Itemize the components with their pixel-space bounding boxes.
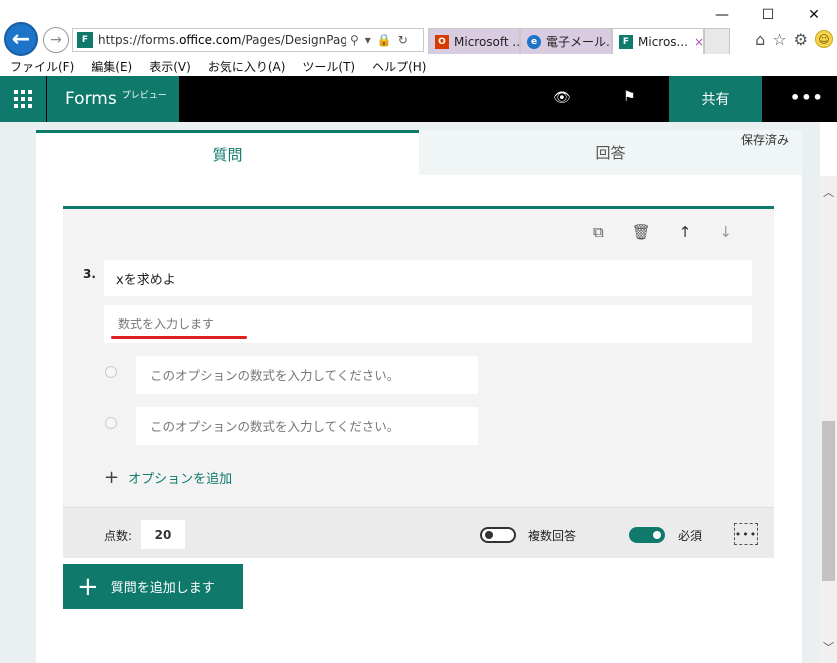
question-number: 3. bbox=[83, 267, 96, 281]
menu-view[interactable]: 表示(V) bbox=[149, 58, 191, 75]
home-icon[interactable]: ⌂ bbox=[755, 30, 765, 49]
browser-tab-mail[interactable]: e 電子メール... bbox=[520, 28, 612, 54]
url-path: /Pages/DesignPage.aspx bbox=[241, 33, 346, 47]
menu-edit[interactable]: 編集(E) bbox=[91, 58, 132, 75]
annotation-underline bbox=[111, 336, 247, 339]
scroll-down-chevron-icon[interactable]: ﹀ bbox=[823, 639, 834, 655]
forms-app-bar: Forms プレビュー 👁 ⚑ 共有 ••• bbox=[0, 76, 837, 122]
add-question-button[interactable]: + 質問を追加します bbox=[63, 564, 243, 609]
add-option-label: オプションを追加 bbox=[128, 472, 233, 487]
menu-favorites[interactable]: お気に入り(A) bbox=[208, 58, 286, 75]
question-editor: ⧉ 🗑 ↑ ↓ 3. + オプションを追加 点数: 複数回答 必須 ••• bbox=[63, 206, 774, 558]
add-option-button[interactable]: + オプションを追加 bbox=[104, 467, 232, 488]
question-toolbar: ⧉ 🗑 ↑ ↓ bbox=[593, 223, 732, 241]
form-tabs: 質問 回答 bbox=[36, 130, 802, 175]
url-domain: office.com bbox=[179, 33, 242, 47]
favorites-star-icon[interactable]: ☆ bbox=[772, 30, 786, 49]
question-footer: 点数: 複数回答 必須 ••• bbox=[63, 507, 774, 558]
refresh-icon[interactable]: ↻ bbox=[398, 33, 408, 47]
tab-label: Microsoft ... bbox=[454, 34, 520, 49]
menu-bar: ファイル(F) 編集(E) 表示(V) お気に入り(A) ツール(T) ヘルプ(… bbox=[0, 57, 837, 76]
plus-icon: + bbox=[104, 467, 120, 488]
search-icon[interactable]: ⚲ bbox=[350, 33, 359, 47]
vertical-scrollbar[interactable]: ︿ ﹀ bbox=[820, 176, 837, 663]
back-arrow-icon[interactable]: ← bbox=[4, 22, 38, 56]
browser-toolbar: ← → F https://forms.office.com/Pages/Des… bbox=[0, 20, 837, 60]
required-label: 必須 bbox=[678, 529, 703, 543]
option-formula-input-1[interactable] bbox=[136, 356, 478, 394]
question-more-options-icon[interactable]: ••• bbox=[734, 523, 758, 545]
new-tab-button[interactable] bbox=[704, 28, 730, 54]
forms-icon: F bbox=[619, 34, 633, 49]
tab-questions[interactable]: 質問 bbox=[36, 130, 419, 175]
url-text[interactable]: https://forms.office.com/Pages/DesignPag… bbox=[98, 33, 346, 47]
tab-close-icon[interactable]: × bbox=[694, 35, 703, 49]
preview-tag: プレビュー bbox=[121, 90, 167, 101]
forms-favicon-icon: F bbox=[77, 32, 93, 48]
address-bar[interactable]: F https://forms.office.com/Pages/DesignP… bbox=[72, 28, 424, 52]
app-launcher-button[interactable] bbox=[0, 76, 46, 122]
option-radio[interactable] bbox=[105, 366, 117, 378]
browser-tools: ⌂ ☆ ⚙ ☺ bbox=[755, 30, 833, 49]
move-up-arrow-icon[interactable]: ↑ bbox=[679, 223, 692, 241]
theme-icon[interactable]: ⚑ bbox=[623, 89, 636, 105]
scroll-up-chevron-icon[interactable]: ︿ bbox=[823, 184, 834, 200]
menu-tools[interactable]: ツール(T) bbox=[302, 58, 355, 75]
tab-label: Micros... bbox=[638, 34, 688, 49]
ie-icon: e bbox=[527, 34, 541, 49]
forward-arrow-icon[interactable]: → bbox=[43, 27, 69, 53]
copy-icon[interactable]: ⧉ bbox=[593, 223, 604, 241]
share-button[interactable]: 共有 bbox=[669, 76, 762, 122]
feedback-smiley-icon[interactable]: ☺ bbox=[815, 30, 833, 48]
dropdown-icon[interactable]: ▾ bbox=[365, 33, 371, 47]
menu-file[interactable]: ファイル(F) bbox=[10, 58, 74, 75]
settings-gear-icon[interactable]: ⚙ bbox=[794, 30, 808, 49]
preview-eye-icon[interactable]: 👁 bbox=[553, 90, 571, 106]
points-label: 点数: bbox=[104, 529, 133, 543]
browser-tab-office[interactable]: O Microsoft ... bbox=[428, 28, 520, 54]
multiple-answers-label: 複数回答 bbox=[528, 529, 577, 543]
browser-tabs: O Microsoft ... e 電子メール... F Micros... × bbox=[428, 28, 730, 54]
waffle-icon bbox=[14, 90, 32, 108]
office-icon: O bbox=[435, 34, 449, 49]
question-title-input[interactable] bbox=[104, 260, 752, 296]
add-question-label: 質問を追加します bbox=[110, 581, 215, 596]
option-formula-input-2[interactable] bbox=[136, 407, 478, 445]
move-down-arrow-icon[interactable]: ↓ bbox=[719, 223, 732, 241]
browser-tab-forms[interactable]: F Micros... × bbox=[612, 28, 704, 54]
lock-icon[interactable]: 🔒 bbox=[377, 33, 392, 47]
saved-status: 保存済み bbox=[741, 133, 790, 147]
delete-trash-icon[interactable]: 🗑 bbox=[632, 223, 651, 241]
plus-icon: + bbox=[77, 571, 99, 602]
menu-help[interactable]: ヘルプ(H) bbox=[372, 58, 426, 75]
url-prefix: https://forms. bbox=[98, 33, 180, 47]
scrollbar-thumb[interactable] bbox=[822, 421, 835, 581]
tab-label: 電子メール... bbox=[546, 35, 612, 49]
points-input[interactable] bbox=[141, 520, 185, 549]
more-options-icon[interactable]: ••• bbox=[790, 88, 824, 107]
required-toggle[interactable] bbox=[629, 527, 665, 543]
forms-brand[interactable]: Forms プレビュー bbox=[47, 76, 179, 122]
multiple-answers-toggle[interactable] bbox=[480, 527, 516, 543]
option-radio[interactable] bbox=[105, 417, 117, 429]
brand-name: Forms bbox=[65, 89, 117, 109]
